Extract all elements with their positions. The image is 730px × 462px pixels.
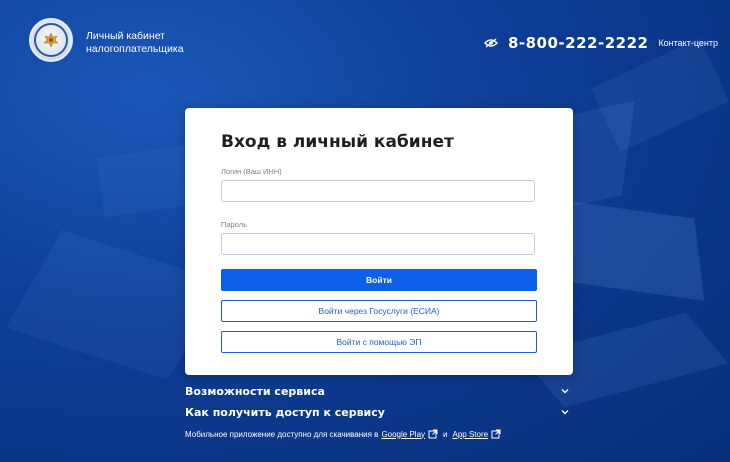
login-title: Вход в личный кабинет	[221, 132, 454, 152]
login-card: Вход в личный кабинет Логин (Ваш ИНН) Па…	[185, 108, 573, 375]
login-input[interactable]	[221, 180, 535, 202]
login-button[interactable]: Войти	[221, 269, 537, 291]
eye-crossed-icon[interactable]	[483, 38, 498, 48]
gosuslugi-login-button[interactable]: Войти через Госуслуги (ЕСИА)	[221, 300, 537, 322]
mobile-app-note: Мобильное приложение доступно для скачив…	[185, 429, 504, 439]
and-text: и	[443, 429, 448, 439]
app-store-link[interactable]: App Store	[453, 430, 489, 439]
eagle-icon	[43, 32, 59, 48]
external-link-icon[interactable]	[491, 429, 501, 439]
ep-login-button[interactable]: Войти с помощью ЭП	[221, 331, 537, 353]
access-accordion-label: Как получить доступ к сервису	[185, 405, 385, 419]
mobile-app-text: Мобильное приложение доступно для скачив…	[185, 429, 379, 439]
external-link-icon[interactable]	[428, 429, 438, 439]
brand-line-1: Личный кабинет	[86, 30, 165, 42]
chevron-down-icon	[561, 410, 569, 415]
fns-emblem-icon[interactable]	[29, 18, 73, 62]
password-label: Пароль	[221, 220, 248, 229]
chevron-down-icon	[561, 389, 569, 394]
contact-block: 8-800-222-2222 Контакт-центр	[483, 34, 718, 52]
bg-shard	[555, 199, 705, 301]
phone-number[interactable]: 8-800-222-2222	[508, 34, 648, 52]
access-accordion[interactable]: Как получить доступ к сервису	[185, 404, 575, 420]
login-label: Логин (Ваш ИНН)	[221, 167, 282, 176]
brand-line-2: налогоплательщика	[86, 43, 184, 55]
features-accordion[interactable]: Возможности сервиса	[185, 383, 575, 399]
contact-center-label[interactable]: Контакт-центр	[658, 38, 718, 48]
brand-title[interactable]: Личный кабинет налогоплательщика	[86, 30, 184, 56]
features-accordion-label: Возможности сервиса	[185, 384, 325, 398]
bg-shard	[590, 37, 730, 153]
google-play-link[interactable]: Google Play	[381, 430, 425, 439]
password-input[interactable]	[221, 233, 535, 255]
